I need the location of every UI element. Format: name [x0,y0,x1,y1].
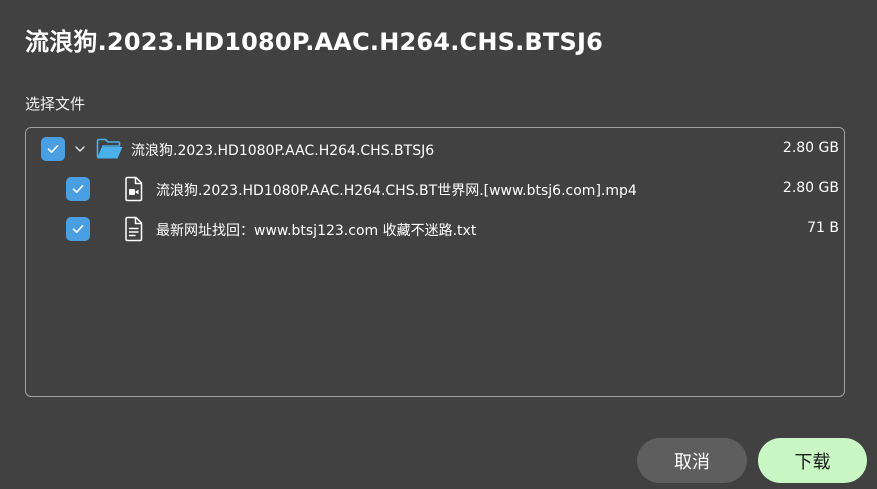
dialog-title: 流浪狗.2023.HD1080P.AAC.H264.CHS.BTSJ6 [25,28,603,56]
text-file-icon [123,216,145,242]
folder-size: 2.80 GB [782,140,839,156]
file-checkbox[interactable] [66,217,90,241]
folder-name: 流浪狗.2023.HD1080P.AAC.H264.CHS.BTSJ6 [131,143,435,159]
checkmark-icon [72,225,84,233]
tree-row-file[interactable]: 最新网址找回：www.btsj123.com 收藏不迷路.txt 71 B [26,209,844,249]
folder-checkbox[interactable] [41,137,65,161]
file-name: 流浪狗.2023.HD1080P.AAC.H264.CHS.BT世界网.[www… [156,183,637,199]
file-size: 2.80 GB [782,180,839,196]
tree-row-folder[interactable]: 流浪狗.2023.HD1080P.AAC.H264.CHS.BTSJ6 2.80… [26,129,844,169]
select-files-label: 选择文件 [25,95,86,113]
cancel-button[interactable]: 取消 [637,438,747,483]
file-name: 最新网址找回：www.btsj123.com 收藏不迷路.txt [156,223,477,239]
file-size: 71 B [807,220,839,236]
video-file-icon [123,176,145,202]
checkmark-icon [47,145,59,153]
download-dialog: 流浪狗.2023.HD1080P.AAC.H264.CHS.BTSJ6 选择文件 [0,0,877,489]
tree-row-file[interactable]: 流浪狗.2023.HD1080P.AAC.H264.CHS.BT世界网.[www… [26,169,844,209]
checkmark-icon [72,185,84,193]
file-tree: 流浪狗.2023.HD1080P.AAC.H264.CHS.BTSJ6 2.80… [25,127,845,397]
file-checkbox[interactable] [66,177,90,201]
chevron-down-icon[interactable] [74,143,86,155]
folder-open-icon [96,138,124,160]
download-button[interactable]: 下载 [758,438,867,483]
